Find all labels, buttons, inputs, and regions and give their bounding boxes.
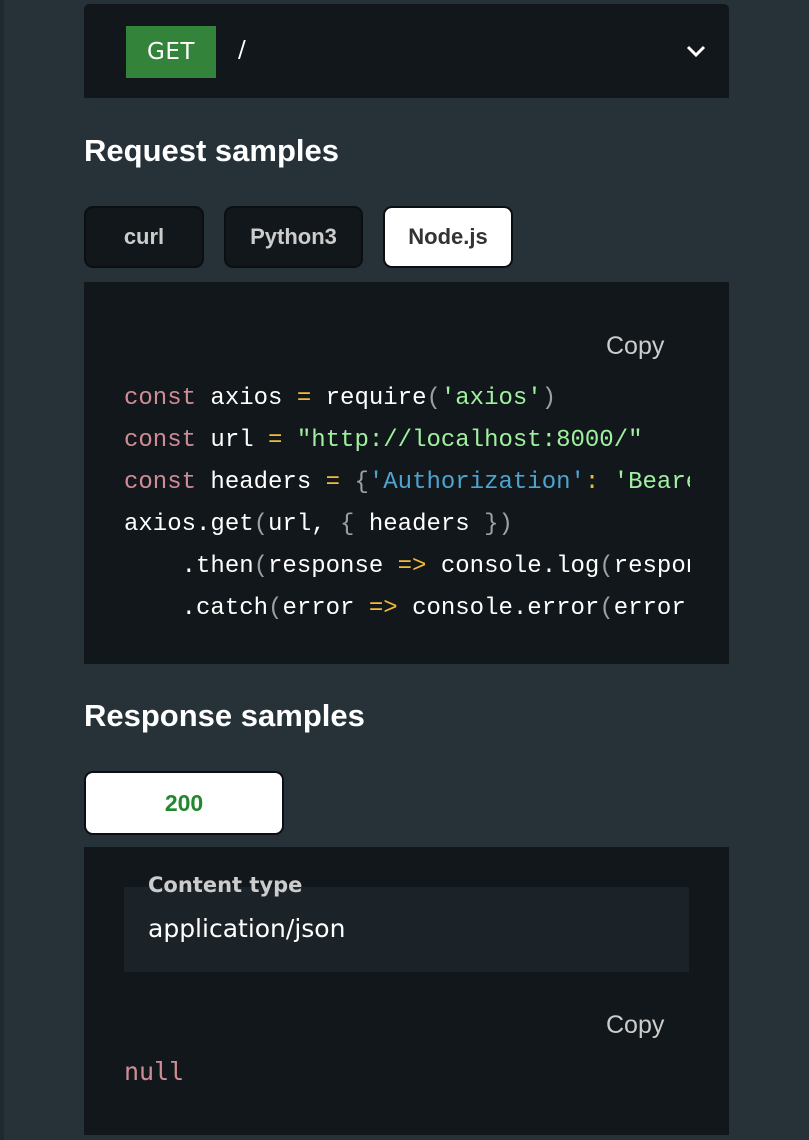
code-token: headers (196, 469, 326, 496)
code-token: => (397, 553, 427, 580)
code-token: ( (268, 595, 283, 622)
page-edge (0, 0, 4, 1140)
code-token: .then (124, 553, 254, 580)
code-token: const (124, 385, 197, 412)
code-token: .catch (124, 595, 269, 622)
endpoint-path: / (238, 37, 246, 63)
tab-curl[interactable]: curl (84, 206, 204, 268)
content-type-value[interactable]: application/json (148, 914, 345, 943)
content-type-label: Content type (148, 873, 303, 897)
code-token: response (268, 553, 398, 580)
code-token: ( (599, 595, 614, 622)
code-token: }) (484, 511, 513, 538)
chevron-down-icon[interactable] (685, 40, 707, 62)
code-token: response (613, 553, 690, 580)
code-token: = (325, 469, 341, 496)
code-line: const axios = require('axios') (124, 378, 690, 420)
code-token: => (368, 595, 398, 622)
code-token: axios (196, 385, 297, 412)
request-samples-heading: Request samples (84, 133, 339, 168)
response-samples-heading: Response samples (84, 698, 365, 733)
code-line: .then(response => console.log(response (124, 546, 690, 588)
code-token: 'Authorization' (368, 469, 585, 496)
response-body: null (124, 1057, 185, 1086)
code-token: 'axios' (440, 385, 542, 412)
code-token: url, (268, 511, 341, 538)
code-token: error (282, 595, 369, 622)
code-token: url (196, 427, 269, 454)
code-token: { (340, 511, 355, 538)
code-token: { (354, 469, 369, 496)
tab-status-200[interactable]: 200 (84, 771, 284, 835)
copy-request-button[interactable]: Copy (606, 332, 664, 361)
code-token: require (311, 385, 427, 412)
code-token: : (584, 469, 600, 496)
code-token: error (613, 595, 686, 622)
response-panel: Content type application/json Copy null (84, 847, 729, 1135)
code-token: ( (599, 553, 614, 580)
code-line: const headers = {'Authorization': 'Beare… (124, 462, 690, 504)
copy-response-button[interactable]: Copy (606, 1011, 664, 1040)
code-token: "http://localhost:8000/" (296, 427, 643, 454)
code-line: axios.get(url, { headers }) (124, 504, 690, 546)
code-token: axios.get (124, 511, 254, 538)
tab-python3[interactable]: Python3 (224, 206, 363, 268)
code-token: ) (541, 385, 557, 412)
tab-nodejs[interactable]: Node.js (383, 206, 513, 268)
code-token: headers (354, 511, 485, 538)
code-token: console.error (397, 595, 600, 622)
code-token: ( (253, 553, 269, 580)
code-line: const url = "http://localhost:8000/" (124, 420, 690, 462)
code-line: .catch(error => console.error(error (124, 588, 690, 630)
code-token: const (124, 469, 197, 496)
code-token: = (268, 427, 283, 454)
request-code-panel: Copy const axios = require('axios') const… (84, 282, 729, 664)
http-method-badge: GET (126, 26, 216, 78)
code-token: console.log (426, 553, 600, 580)
code-block: const axios = require('axios') const url … (124, 378, 690, 630)
endpoint-header[interactable]: GET / (84, 4, 729, 98)
code-token: const (124, 427, 197, 454)
code-token: 'Bearer (613, 469, 690, 496)
code-token: = (296, 385, 312, 412)
code-token: ( (426, 385, 441, 412)
code-token: ( (253, 511, 269, 538)
